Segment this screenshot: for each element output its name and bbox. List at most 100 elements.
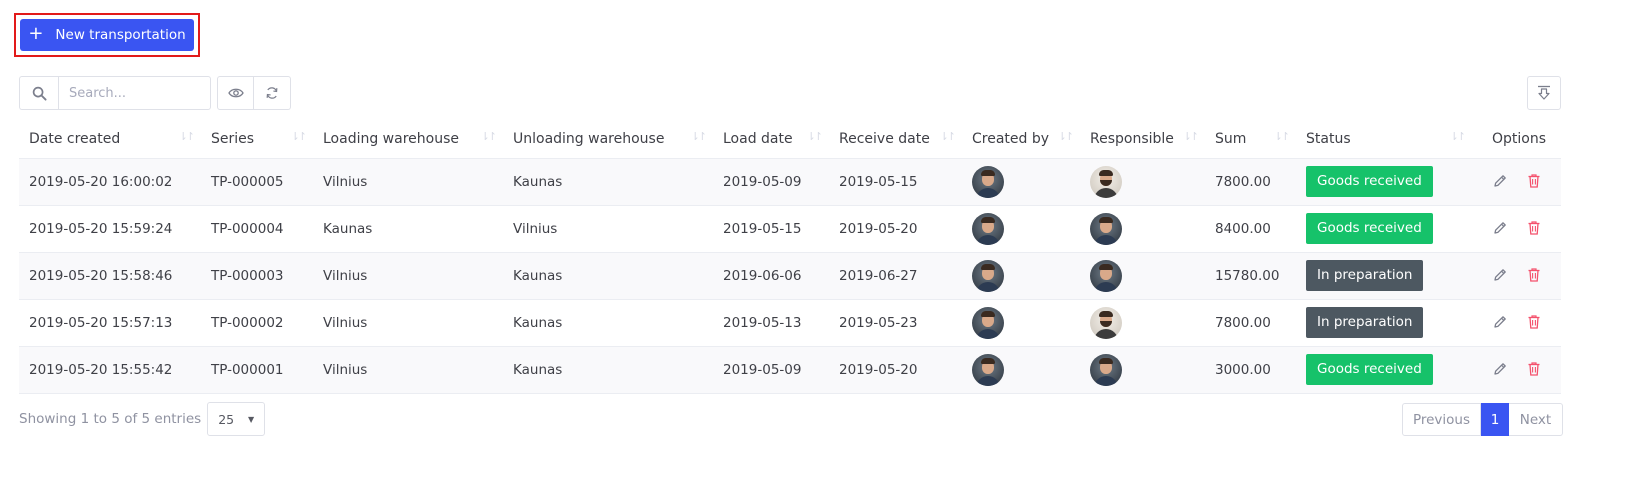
avatar[interactable]: [972, 165, 1004, 198]
column-header-sum[interactable]: Sum ⇂↾: [1205, 120, 1296, 159]
column-header-created-by[interactable]: Created by ⇂↾: [962, 120, 1080, 159]
page-size-value: 25: [218, 411, 235, 427]
entries-info: Showing 1 to 5 of 5 entries: [19, 411, 202, 427]
cell-responsible: [1080, 252, 1205, 300]
pagination-page-1[interactable]: 1: [1481, 403, 1509, 436]
cell-date-created: 2019-05-20 16:00:02: [19, 158, 201, 206]
edit-pencil-icon[interactable]: [1492, 314, 1510, 332]
delete-trash-icon[interactable]: [1526, 220, 1544, 238]
cell-status: Goods received: [1296, 205, 1472, 253]
edit-pencil-icon[interactable]: [1492, 220, 1510, 238]
status-badge: Goods received: [1306, 354, 1433, 385]
sort-icon: ⇂↾: [480, 130, 498, 143]
plus-icon: +: [28, 23, 44, 44]
cell-unloading-warehouse: Kaunas: [503, 158, 713, 206]
cell-series: TP-000003: [201, 252, 313, 300]
table-toolbar: [19, 76, 291, 110]
sort-icon: ⇂↾: [1182, 130, 1200, 143]
edit-pencil-icon[interactable]: [1492, 173, 1510, 191]
cell-series: TP-000004: [201, 205, 313, 253]
column-header-responsible[interactable]: Responsible ⇂↾: [1080, 120, 1205, 159]
delete-trash-icon[interactable]: [1526, 173, 1544, 191]
column-header-date-created[interactable]: Date created ⇂↾: [19, 120, 201, 159]
cell-created-by: [962, 346, 1080, 394]
pagination-next[interactable]: Next: [1509, 403, 1563, 436]
cell-responsible: [1080, 205, 1205, 253]
table-row: 2019-05-20 16:00:02 TP-000005 Vilnius Ka…: [19, 158, 1561, 206]
cell-loading-warehouse: Kaunas: [313, 205, 503, 253]
avatar[interactable]: [972, 259, 1004, 292]
table-row: 2019-05-20 15:57:13 TP-000002 Vilnius Ka…: [19, 299, 1561, 347]
cell-responsible: [1080, 158, 1205, 206]
sort-icon: ⇂↾: [939, 130, 957, 143]
delete-trash-icon[interactable]: [1526, 314, 1544, 332]
cell-receive-date: 2019-05-23: [829, 299, 962, 347]
cell-loading-warehouse: Vilnius: [313, 346, 503, 394]
cell-created-by: [962, 158, 1080, 206]
cell-sum: 7800.00: [1205, 158, 1296, 206]
sort-icon: ⇂↾: [806, 130, 824, 143]
avatar[interactable]: [972, 306, 1004, 339]
sort-icon: ⇂↾: [178, 130, 196, 143]
search-input[interactable]: [58, 76, 211, 110]
column-header-load-date[interactable]: Load date ⇂↾: [713, 120, 829, 159]
sort-icon: ⇂↾: [1449, 130, 1467, 143]
eye-icon: [227, 88, 244, 98]
cell-options: [1472, 299, 1561, 347]
column-header-unloading-warehouse[interactable]: Unloading warehouse ⇂↾: [503, 120, 713, 159]
new-transportation-label: New transportation: [55, 27, 186, 43]
table-footer-info: Showing 1 to 5 of 5 entries 25 ▼: [19, 402, 266, 436]
column-header-receive-date[interactable]: Receive date ⇂↾: [829, 120, 962, 159]
cell-date-created: 2019-05-20 15:58:46: [19, 252, 201, 300]
cell-status: In preparation: [1296, 299, 1472, 347]
column-header-options: Options: [1472, 120, 1561, 159]
cell-date-created: 2019-05-20 15:59:24: [19, 205, 201, 253]
new-transportation-button[interactable]: + New transportation: [20, 19, 194, 51]
cell-options: [1472, 252, 1561, 300]
table-row: 2019-05-20 15:59:24 TP-000004 Kaunas Vil…: [19, 205, 1561, 253]
toggle-columns-button[interactable]: [217, 76, 254, 110]
cell-loading-warehouse: Vilnius: [313, 158, 503, 206]
cell-receive-date: 2019-05-20: [829, 346, 962, 394]
status-badge: In preparation: [1306, 260, 1424, 291]
avatar[interactable]: [1090, 353, 1122, 386]
avatar[interactable]: [972, 353, 1004, 386]
pagination-previous[interactable]: Previous: [1402, 403, 1481, 436]
delete-trash-icon[interactable]: [1526, 267, 1544, 285]
table-header-row: Date created ⇂↾ Series ⇂↾ Loading warehous…: [19, 120, 1561, 159]
edit-pencil-icon[interactable]: [1492, 267, 1510, 285]
delete-trash-icon[interactable]: [1526, 361, 1544, 379]
edit-pencil-icon[interactable]: [1492, 361, 1510, 379]
cell-created-by: [962, 299, 1080, 347]
status-badge: Goods received: [1306, 213, 1433, 244]
download-icon: [1538, 85, 1550, 100]
cell-unloading-warehouse: Vilnius: [503, 205, 713, 253]
column-header-series[interactable]: Series ⇂↾: [201, 120, 313, 159]
page-size-select[interactable]: 25 ▼: [207, 402, 266, 436]
cell-series: TP-000001: [201, 346, 313, 394]
cell-load-date: 2019-06-06: [713, 252, 829, 300]
cell-responsible: [1080, 346, 1205, 394]
cell-sum: 7800.00: [1205, 299, 1296, 347]
cell-loading-warehouse: Vilnius: [313, 299, 503, 347]
cell-created-by: [962, 252, 1080, 300]
refresh-button[interactable]: [254, 76, 291, 110]
cell-series: TP-000002: [201, 299, 313, 347]
cell-loading-warehouse: Vilnius: [313, 252, 503, 300]
avatar[interactable]: [1090, 259, 1122, 292]
status-badge: In preparation: [1306, 307, 1424, 338]
column-header-loading-warehouse[interactable]: Loading warehouse ⇂↾: [313, 120, 503, 159]
cell-date-created: 2019-05-20 15:57:13: [19, 299, 201, 347]
avatar[interactable]: [972, 212, 1004, 245]
cell-load-date: 2019-05-09: [713, 346, 829, 394]
sort-icon: ⇂↾: [1057, 130, 1075, 143]
avatar[interactable]: [1090, 212, 1122, 245]
cell-options: [1472, 205, 1561, 253]
sort-icon: ⇂↾: [690, 130, 708, 143]
cell-series: TP-000005: [201, 158, 313, 206]
export-button[interactable]: [1527, 76, 1561, 110]
cell-status: Goods received: [1296, 158, 1472, 206]
avatar[interactable]: [1090, 165, 1122, 198]
column-header-status[interactable]: Status ⇂↾: [1296, 120, 1472, 159]
avatar[interactable]: [1090, 306, 1122, 339]
